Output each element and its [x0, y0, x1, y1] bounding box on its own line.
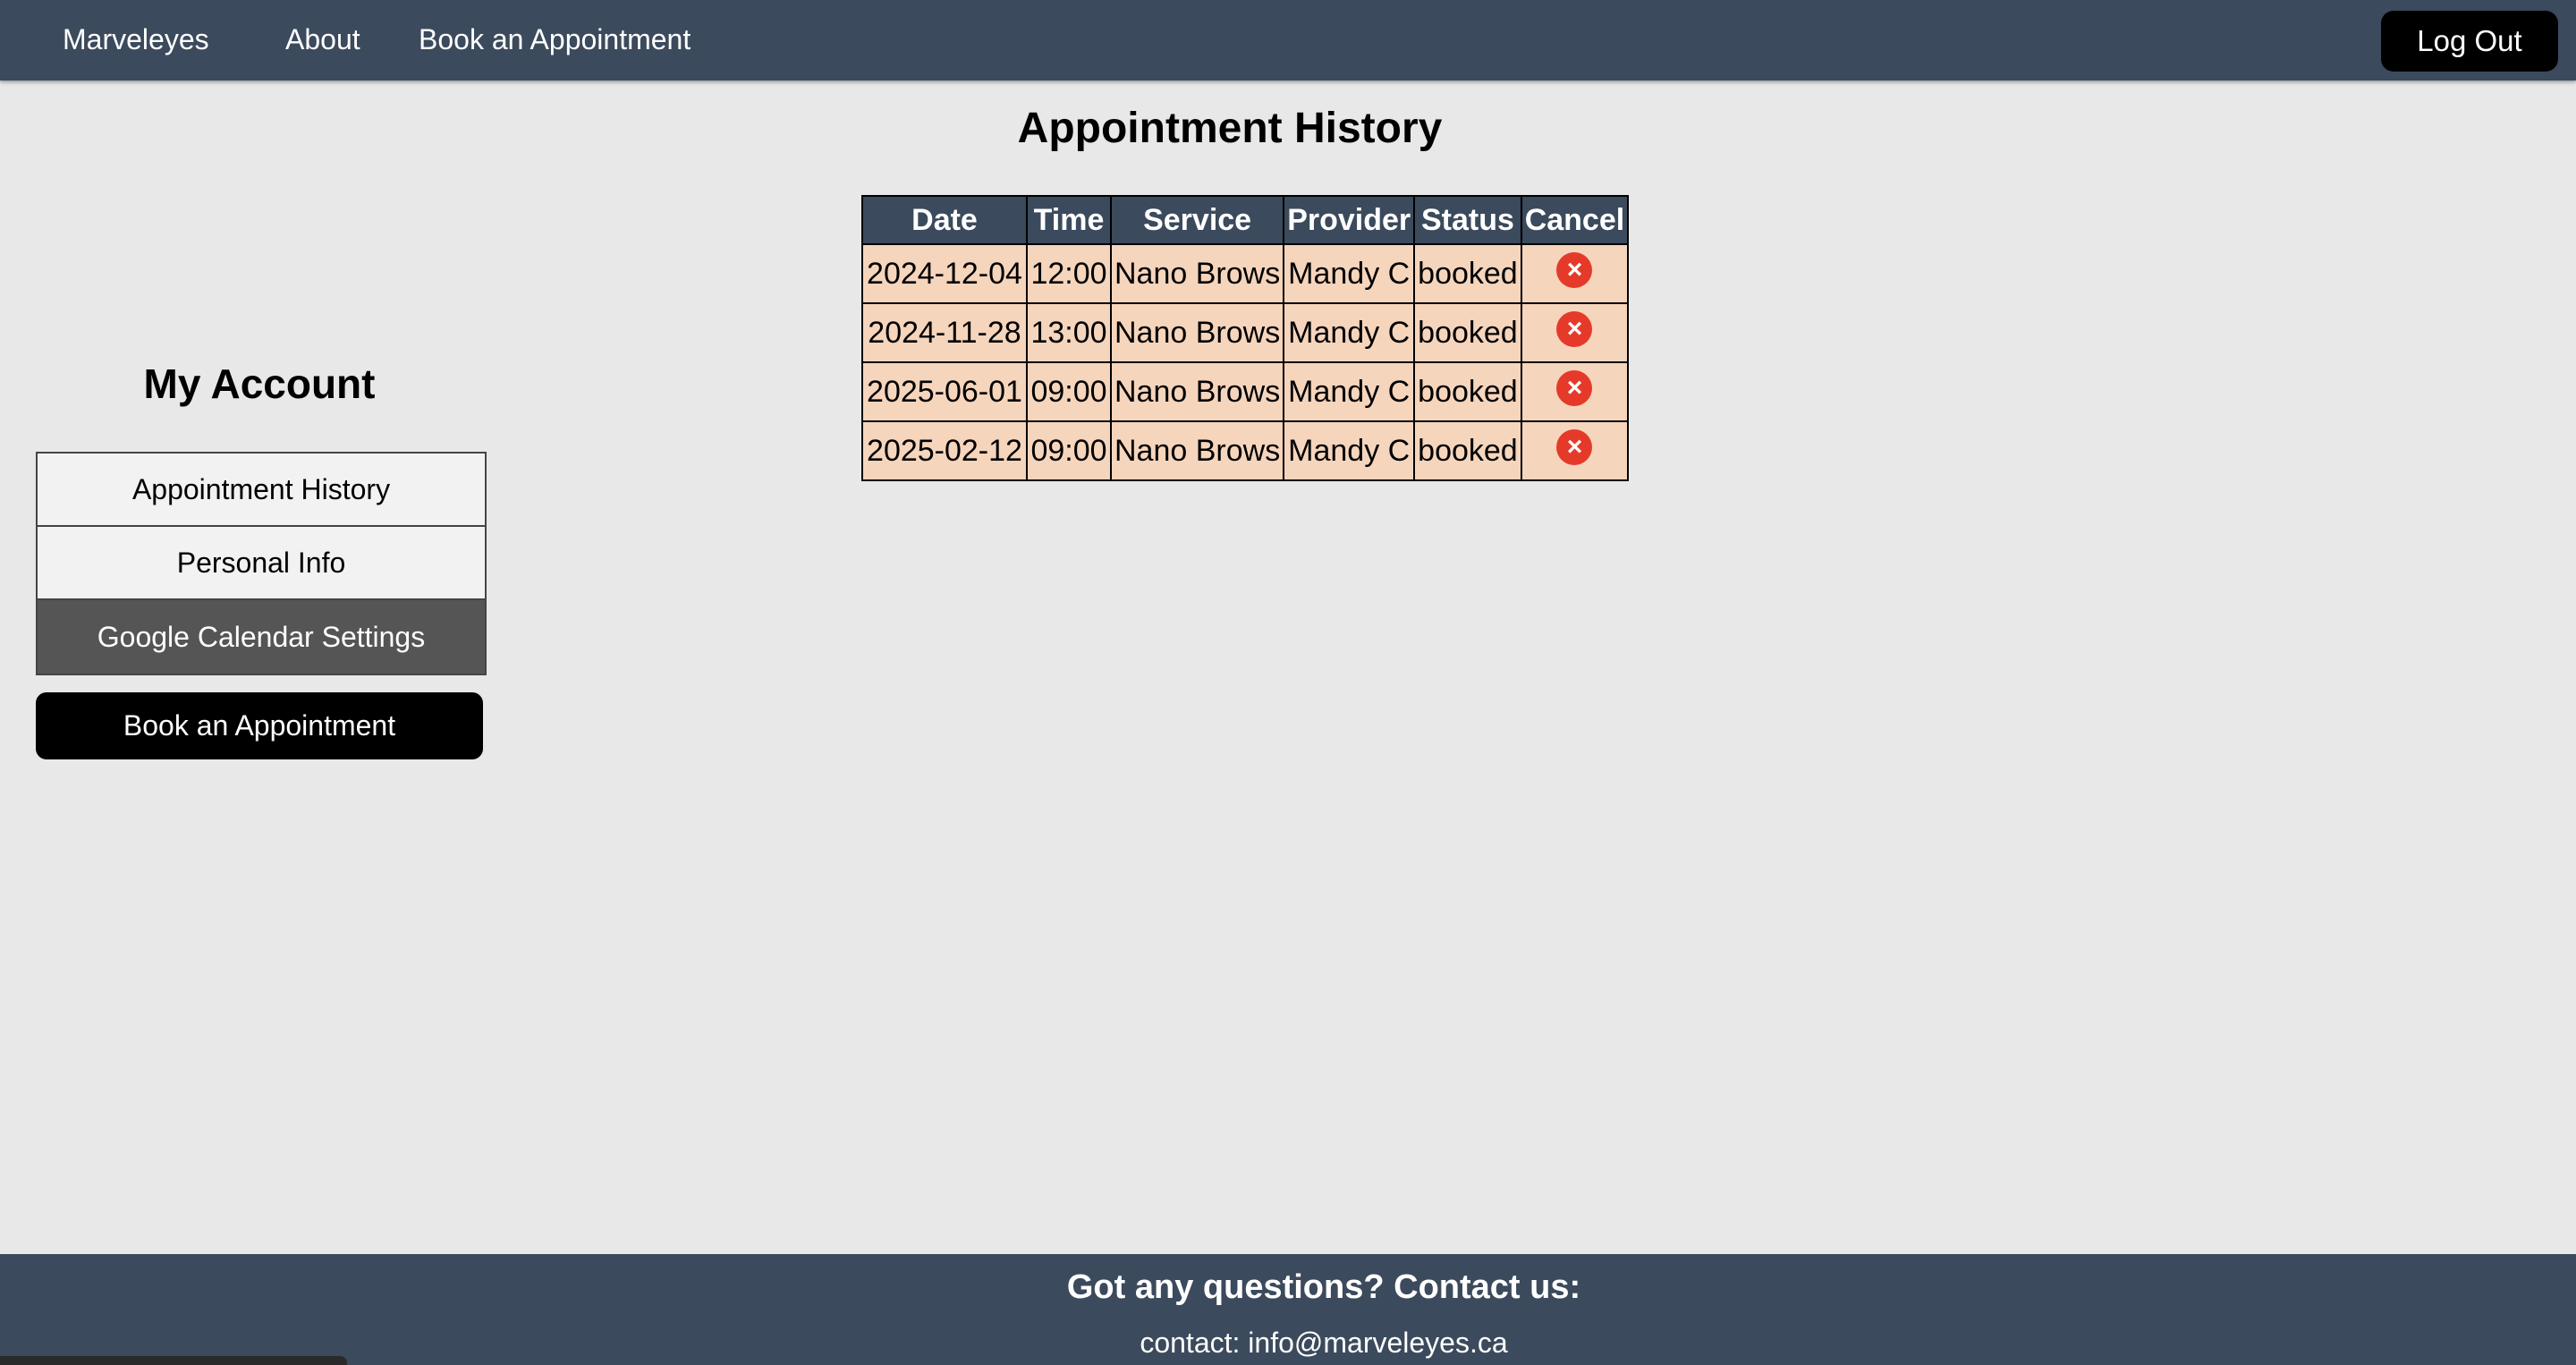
footer: Got any questions? Contact us: contact: …: [0, 1254, 2576, 1365]
column-header-status: Status: [1413, 195, 1522, 245]
nav-brand-link[interactable]: Marveleyes: [63, 23, 209, 56]
account-menu: Appointment History Personal Info Google…: [36, 452, 487, 675]
table-row: 2025-02-12 09:00 Nano Brows Mandy C book…: [861, 420, 1630, 481]
cell-cancel: ×: [1520, 243, 1630, 304]
footer-contact: contact: info@marveleyes.ca: [1140, 1327, 1508, 1359]
cell-status: booked: [1413, 302, 1522, 363]
cell-provider: Mandy C: [1283, 243, 1416, 304]
column-header-date: Date: [861, 195, 1028, 245]
cell-status: booked: [1413, 243, 1522, 304]
menu-item-personal-info[interactable]: Personal Info: [38, 527, 485, 600]
cell-service: Nano Brows: [1109, 302, 1285, 363]
bottom-bar: [0, 1356, 347, 1365]
cell-date: 2025-02-12: [861, 420, 1028, 481]
cell-service: Nano Brows: [1109, 420, 1285, 481]
column-header-cancel: Cancel: [1520, 195, 1630, 245]
top-navbar: Marveleyes About Book an Appointment Log…: [0, 0, 2576, 81]
cell-cancel: ×: [1520, 361, 1630, 422]
cell-date: 2025-06-01: [861, 361, 1028, 422]
cell-service: Nano Brows: [1109, 361, 1285, 422]
cell-time: 13:00: [1026, 302, 1112, 363]
cell-date: 2024-11-28: [861, 302, 1028, 363]
page-title: Appointment History: [1017, 105, 1443, 152]
footer-heading: Got any questions? Contact us:: [1066, 1268, 1581, 1306]
appointment-history-table: Date Time Service Provider Status Cancel…: [861, 195, 1630, 481]
logout-button[interactable]: Log Out: [2381, 11, 2558, 72]
column-header-time: Time: [1026, 195, 1112, 245]
cell-provider: Mandy C: [1283, 302, 1416, 363]
cell-service: Nano Brows: [1109, 243, 1285, 304]
menu-item-appointment-history[interactable]: Appointment History: [38, 454, 485, 527]
my-account-heading: My Account: [143, 360, 376, 407]
menu-item-google-calendar-settings[interactable]: Google Calendar Settings: [38, 600, 485, 674]
table-row: 2025-06-01 09:00 Nano Brows Mandy C book…: [861, 361, 1630, 422]
table-row: 2024-12-04 12:00 Nano Brows Mandy C book…: [861, 243, 1630, 304]
cancel-appointment-icon[interactable]: ×: [1556, 428, 1593, 465]
cell-provider: Mandy C: [1283, 420, 1416, 481]
cancel-appointment-icon[interactable]: ×: [1556, 310, 1593, 347]
cell-provider: Mandy C: [1283, 361, 1416, 422]
cell-status: booked: [1413, 361, 1522, 422]
nav-book-link[interactable]: Book an Appointment: [419, 23, 691, 56]
cell-status: booked: [1413, 420, 1522, 481]
table-header-row: Date Time Service Provider Status Cancel: [861, 195, 1630, 245]
cell-time: 09:00: [1026, 361, 1112, 422]
cancel-appointment-icon[interactable]: ×: [1556, 251, 1593, 288]
cell-date: 2024-12-04: [861, 243, 1028, 304]
table-row: 2024-11-28 13:00 Nano Brows Mandy C book…: [861, 302, 1630, 363]
cell-time: 12:00: [1026, 243, 1112, 304]
nav-about-link[interactable]: About: [285, 23, 360, 56]
cell-cancel: ×: [1520, 420, 1630, 481]
book-appointment-button[interactable]: Book an Appointment: [36, 692, 483, 759]
column-header-service: Service: [1109, 195, 1285, 245]
cell-time: 09:00: [1026, 420, 1112, 481]
cell-cancel: ×: [1520, 302, 1630, 363]
cancel-appointment-icon[interactable]: ×: [1556, 369, 1593, 406]
column-header-provider: Provider: [1283, 195, 1416, 245]
